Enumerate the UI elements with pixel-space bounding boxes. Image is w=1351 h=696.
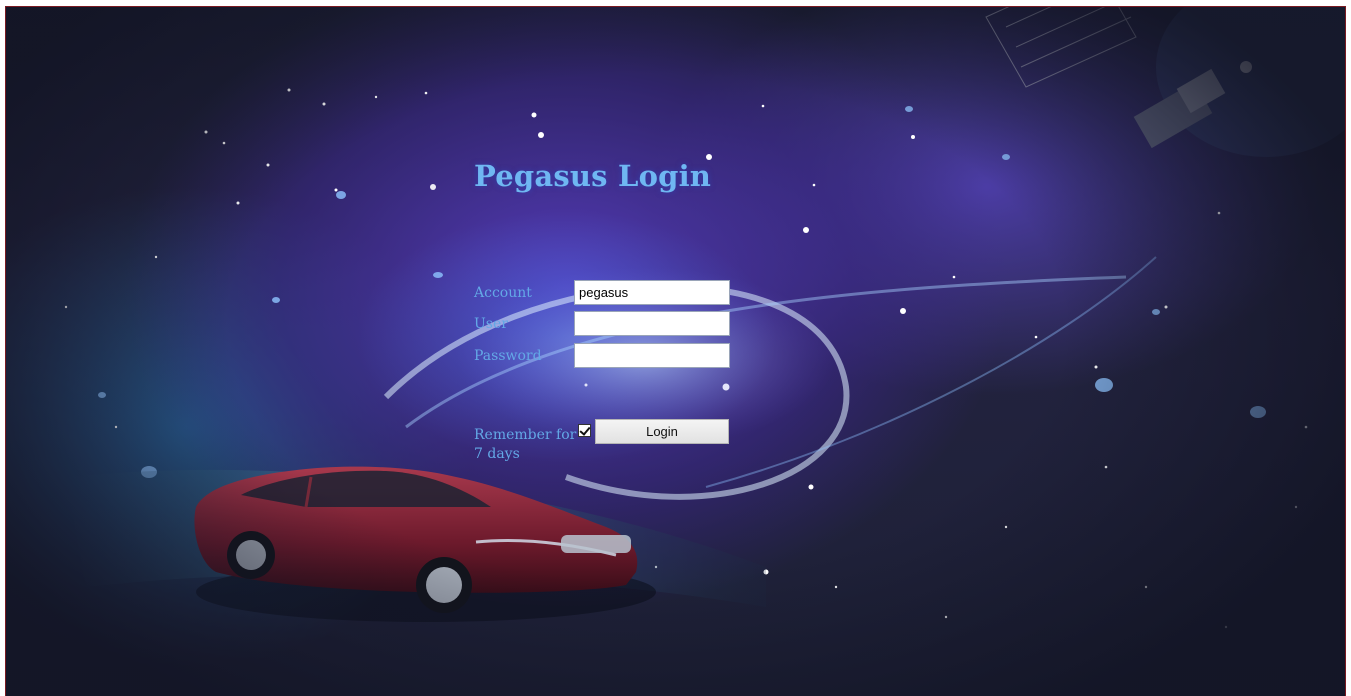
password-label: Password [474,348,542,364]
password-input[interactable] [574,343,730,368]
login-button[interactable]: Login [595,419,729,444]
user-input[interactable] [574,311,730,336]
user-label: User [474,316,508,332]
remember-checkbox[interactable] [578,424,591,437]
account-label: Account [474,285,532,301]
account-input[interactable] [574,280,730,305]
checkmark-icon [579,424,591,436]
page-title: Pegasus Login [474,159,712,193]
remember-label: Remember for 7 days [474,427,577,462]
login-page: Pegasus Login Account User Password Reme… [5,6,1346,696]
